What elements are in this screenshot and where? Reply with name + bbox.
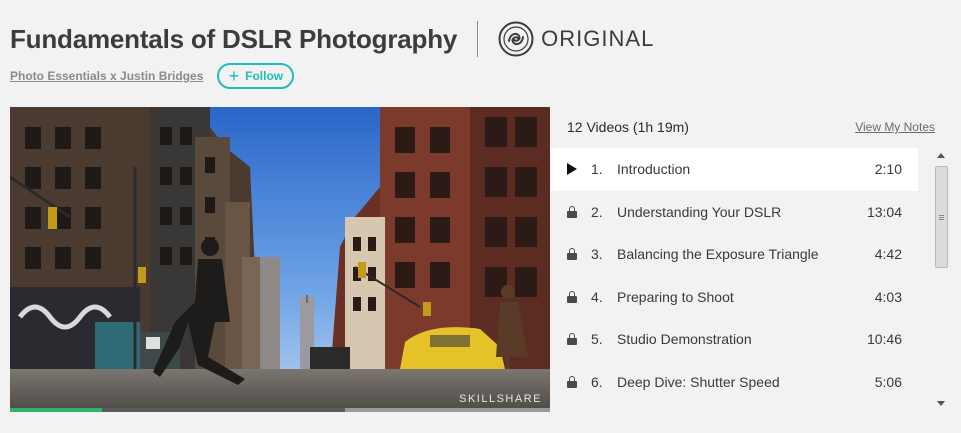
lesson-title: Studio Demonstration	[617, 331, 752, 348]
video-player[interactable]: SKILLSHARE	[10, 107, 550, 411]
lock-icon	[567, 248, 591, 261]
lesson-list: 1. Introduction 2:10 2. Understanding Yo…	[551, 148, 918, 404]
video-count-summary: 12 Videos (1h 19m)	[567, 119, 689, 135]
lesson-duration: 10:46	[866, 331, 902, 348]
follow-button[interactable]: + Follow	[217, 63, 295, 89]
course-meta: Photo Essentials x Justin Bridges + Foll…	[10, 63, 295, 89]
lesson-number: 3.	[591, 246, 603, 263]
lock-icon	[567, 333, 591, 346]
scroll-up-arrow-icon[interactable]	[937, 153, 945, 158]
original-badge: ORIGINAL	[498, 21, 654, 57]
video-frame	[10, 107, 550, 411]
lesson-number: 4.	[591, 288, 603, 305]
original-badge-label: ORIGINAL	[541, 26, 655, 51]
follow-label: Follow	[245, 69, 284, 83]
scrollbar-track[interactable]	[934, 162, 948, 398]
playlist-header: 12 Videos (1h 19m) View My Notes	[567, 119, 935, 135]
playlist-scrollbar[interactable]	[933, 148, 949, 410]
lesson-number: 1.	[591, 161, 603, 178]
lesson-duration: 4:03	[874, 288, 902, 305]
video-progress-bar[interactable]	[10, 408, 550, 412]
lesson-title: Understanding Your DSLR	[617, 203, 782, 220]
lesson-number: 6.	[591, 373, 603, 390]
lesson-item-4[interactable]: 4. Preparing to Shoot 4:03	[551, 276, 918, 319]
course-header: Fundamentals of DSLR Photography ORIGINA…	[10, 18, 654, 60]
lesson-duration: 4:42	[874, 246, 902, 263]
lesson-title: Deep Dive: Shutter Speed	[617, 373, 780, 390]
lesson-title: Preparing to Shoot	[617, 288, 734, 305]
lesson-duration: 2:10	[874, 161, 902, 178]
view-notes-link[interactable]: View My Notes	[855, 120, 935, 134]
grip-icon	[939, 214, 944, 220]
lesson-duration: 5:06	[874, 373, 902, 390]
course-title: Fundamentals of DSLR Photography	[10, 23, 458, 54]
video-watermark: SKILLSHARE	[459, 393, 542, 405]
lesson-item-2[interactable]: 2. Understanding Your DSLR 13:04	[551, 191, 918, 234]
lock-icon	[567, 375, 591, 388]
lesson-number: 2.	[591, 203, 603, 220]
lesson-item-3[interactable]: 3. Balancing the Exposure Triangle 4:42	[551, 233, 918, 276]
lesson-title: Introduction	[617, 161, 691, 178]
lesson-number: 5.	[591, 331, 603, 348]
lesson-item-6[interactable]: 6. Deep Dive: Shutter Speed 5:06	[551, 361, 918, 404]
play-icon	[567, 163, 591, 176]
scroll-down-arrow-icon[interactable]	[937, 401, 945, 406]
lock-icon	[567, 205, 591, 218]
lesson-duration: 13:04	[866, 203, 902, 220]
header-divider	[477, 21, 479, 57]
original-badge-icon	[498, 21, 534, 57]
lesson-item-5[interactable]: 5. Studio Demonstration 10:46	[551, 318, 918, 361]
lesson-item-1[interactable]: 1. Introduction 2:10	[551, 148, 918, 191]
video-progress-fill	[10, 408, 102, 412]
author-link[interactable]: Photo Essentials x Justin Bridges	[10, 69, 203, 83]
lesson-playlist: 12 Videos (1h 19m) View My Notes 1. Intr…	[551, 107, 950, 411]
lock-icon	[567, 290, 591, 303]
plus-icon: +	[228, 65, 240, 86]
scrollbar-thumb[interactable]	[935, 166, 948, 268]
lesson-title: Balancing the Exposure Triangle	[617, 246, 819, 263]
